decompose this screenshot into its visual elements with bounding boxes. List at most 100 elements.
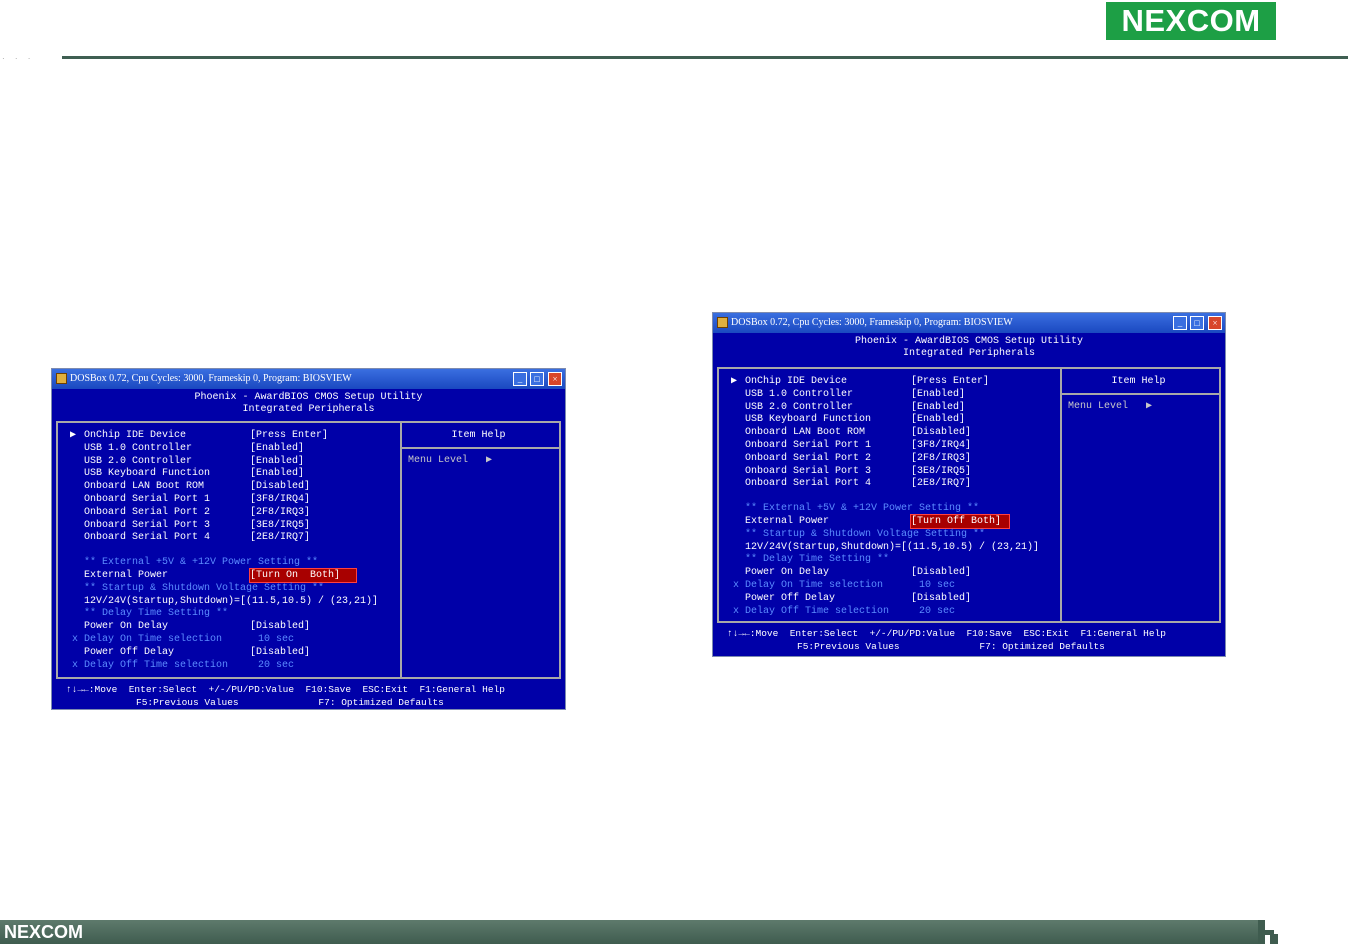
delay-off-time-value: 20 sec <box>919 605 956 617</box>
setting-name: USB Keyboard Function <box>745 414 872 426</box>
bios-key-help-line2: F5:Previous Values F7: Optimized Default… <box>797 641 1105 652</box>
setting-value: [Enabled] <box>911 414 966 426</box>
bios-setting-row[interactable]: Onboard Serial Port 4 [2E8/IRQ7] <box>70 531 394 544</box>
window-title: DOSBox 0.72, Cpu Cycles: 3000, Frameskip… <box>731 317 1013 328</box>
window-titlebar: DOSBox 0.72, Cpu Cycles: 3000, Frameskip… <box>713 313 1225 333</box>
help-divider <box>400 447 561 449</box>
bios-setting-row[interactable]: Onboard Serial Port 3 [3E8/IRQ5] <box>731 465 1054 478</box>
setting-value: [Press Enter] <box>250 430 329 441</box>
power-off-delay-label[interactable]: Power Off Delay <box>745 592 835 605</box>
bios-header-subtitle: Integrated Peripherals <box>242 404 375 415</box>
item-help-title: Item Help <box>1111 376 1166 387</box>
setting-value: [2F8/IRQ3] <box>250 506 311 518</box>
bios-setting-row[interactable]: Onboard Serial Port 2 [2F8/IRQ3] <box>70 506 394 519</box>
submenu-arrow-icon: ▶ <box>731 376 738 387</box>
bios-setting-row[interactable]: ▶ OnChip IDE Device [Press Enter] <box>70 429 394 442</box>
minimize-button[interactable]: _ <box>1173 316 1187 330</box>
external-power-label[interactable]: External Power <box>84 569 168 582</box>
footer-nexcom-logo: NEXCOM <box>4 922 84 942</box>
help-menu-level: Menu Level ▶ <box>408 455 493 466</box>
setting-value: [Press Enter] <box>911 376 990 387</box>
delay-off-time-label: x Delay Off Time selection <box>72 659 229 671</box>
voltage-setting[interactable]: 12V/24V(Startup,Shutdown)=[(11.5,10.5) /… <box>84 595 378 608</box>
submenu-arrow-icon: ▶ <box>70 430 77 441</box>
power-on-delay-value[interactable]: [Disabled] <box>250 620 310 633</box>
setting-name: Onboard Serial Port 4 <box>84 532 211 544</box>
setting-name: OnChip IDE Device <box>745 376 848 387</box>
bios-setting-row[interactable]: USB 2.0 Controller [Enabled] <box>731 401 1054 414</box>
bios-setting-row[interactable]: Onboard Serial Port 1 [3F8/IRQ4] <box>70 493 394 506</box>
top-corner-dots: · · · <box>2 54 35 63</box>
maximize-button[interactable]: □ <box>530 372 544 386</box>
power-off-delay-label[interactable]: Power Off Delay <box>84 646 174 659</box>
setting-value: [2F8/IRQ3] <box>911 452 972 464</box>
external-power-value[interactable]: [Turn Off Both] <box>910 514 1010 529</box>
bios-setting-row[interactable]: USB Keyboard Function [Enabled] <box>70 467 394 480</box>
section-external-power: ** External +5V & +12V Power Setting ** <box>84 557 319 569</box>
bios-window-turn-off-both: DOSBox 0.72, Cpu Cycles: 3000, Frameskip… <box>712 312 1226 657</box>
external-power-label[interactable]: External Power <box>745 515 829 528</box>
bios-header-subtitle: Integrated Peripherals <box>902 348 1036 359</box>
setting-value: [3E8/IRQ5] <box>911 465 972 477</box>
close-button[interactable]: × <box>548 372 562 386</box>
help-divider <box>1060 393 1221 395</box>
setting-value: [Disabled] <box>911 427 972 439</box>
panel-divider <box>1060 367 1062 623</box>
setting-name: Onboard Serial Port 1 <box>745 440 872 451</box>
setting-name: Onboard Serial Port 4 <box>745 478 872 490</box>
section-startup-shutdown: ** Startup & Shutdown Voltage Setting ** <box>84 582 325 594</box>
power-off-delay-value[interactable]: [Disabled] <box>250 646 310 659</box>
setting-value: [3F8/IRQ4] <box>250 494 311 505</box>
bios-setting-row[interactable]: ▶ OnChip IDE Device [Press Enter] <box>731 375 1054 388</box>
delay-off-time-value: 20 sec <box>258 659 295 671</box>
power-on-delay-label[interactable]: Power On Delay <box>84 620 168 633</box>
setting-name: Onboard LAN Boot ROM <box>745 427 866 439</box>
delay-on-time-label: x Delay On Time selection <box>733 580 884 591</box>
window-titlebar: DOSBox 0.72, Cpu Cycles: 3000, Frameskip… <box>52 369 565 389</box>
section-delay-time: ** Delay Time Setting ** <box>745 554 890 566</box>
dosbox-app-icon <box>717 317 728 328</box>
setting-name: Onboard Serial Port 2 <box>745 452 872 464</box>
setting-value: [Enabled] <box>250 468 305 480</box>
bios-setting-row[interactable]: USB 1.0 Controller [Enabled] <box>731 388 1054 401</box>
power-off-delay-value[interactable]: [Disabled] <box>911 592 971 605</box>
bios-setting-row[interactable]: Onboard Serial Port 3 [3E8/IRQ5] <box>70 519 394 532</box>
delay-on-time-value: 10 sec <box>919 580 956 591</box>
item-help-title: Item Help <box>451 430 506 441</box>
delay-on-time-value: 10 sec <box>258 634 295 645</box>
bios-setting-row[interactable]: USB 2.0 Controller [Enabled] <box>70 455 394 468</box>
bios-setting-row[interactable]: Onboard Serial Port 4 [2E8/IRQ7] <box>731 477 1054 490</box>
bios-setting-row[interactable]: Onboard LAN Boot ROM [Disabled] <box>70 480 394 493</box>
window-title: DOSBox 0.72, Cpu Cycles: 3000, Frameskip… <box>70 373 352 384</box>
setting-name: USB 2.0 Controller <box>745 401 854 413</box>
section-external-power: ** External +5V & +12V Power Setting ** <box>745 503 980 515</box>
setting-value: [Enabled] <box>911 388 966 400</box>
external-power-value[interactable]: [Turn On Both] <box>249 568 357 583</box>
maximize-button[interactable]: □ <box>1190 316 1204 330</box>
setting-value: [2E8/IRQ7] <box>250 532 311 544</box>
setting-value: [3F8/IRQ4] <box>911 440 972 451</box>
dosbox-app-icon <box>56 373 67 384</box>
bios-setting-row[interactable]: USB Keyboard Function [Enabled] <box>731 413 1054 426</box>
bios-setting-row[interactable]: USB 1.0 Controller [Enabled] <box>70 442 394 455</box>
power-on-delay-value[interactable]: [Disabled] <box>911 566 971 579</box>
setting-value: [3E8/IRQ5] <box>250 519 311 531</box>
setting-name: USB 1.0 Controller <box>745 388 854 400</box>
setting-name: OnChip IDE Device <box>84 430 187 441</box>
power-on-delay-label[interactable]: Power On Delay <box>745 566 829 579</box>
footer-bar: NEXCOM <box>0 920 1258 944</box>
setting-name: Onboard Serial Port 3 <box>745 465 872 477</box>
close-button[interactable]: × <box>1208 316 1222 330</box>
setting-value: [Disabled] <box>250 481 311 493</box>
section-delay-time: ** Delay Time Setting ** <box>84 608 229 620</box>
setting-name: USB Keyboard Function <box>84 468 211 480</box>
voltage-setting[interactable]: 12V/24V(Startup,Shutdown)=[(11.5,10.5) /… <box>745 541 1039 554</box>
minimize-button[interactable]: _ <box>513 372 527 386</box>
bios-setting-row[interactable]: Onboard Serial Port 2 [2F8/IRQ3] <box>731 452 1054 465</box>
setting-value: [Enabled] <box>250 442 305 454</box>
section-startup-shutdown: ** Startup & Shutdown Voltage Setting ** <box>745 528 986 540</box>
setting-name: Onboard Serial Port 1 <box>84 494 211 505</box>
delay-on-time-label: x Delay On Time selection <box>72 634 223 645</box>
bios-setting-row[interactable]: Onboard Serial Port 1 [3F8/IRQ4] <box>731 439 1054 452</box>
bios-setting-row[interactable]: Onboard LAN Boot ROM [Disabled] <box>731 426 1054 439</box>
